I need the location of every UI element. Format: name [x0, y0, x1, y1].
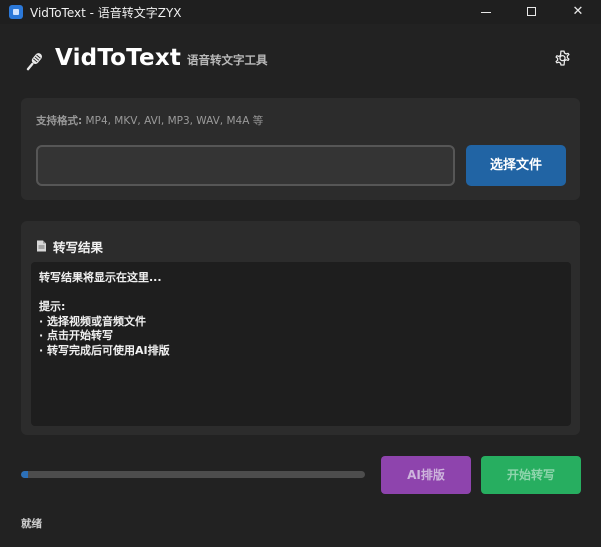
progress-bar: [21, 471, 365, 478]
supported-formats: 支持格式: MP4, MKV, AVI, MP3, WAV, M4A 等: [36, 113, 263, 128]
results-panel: 转写结果 转写结果将显示在这里... 提示: · 选择视频或音频文件 · 点击开…: [21, 221, 580, 435]
title-bar[interactable]: VidToText - 语音转文字ZYX ✕: [0, 0, 601, 24]
document-icon: [37, 240, 46, 252]
window-title: VidToText - 语音转文字ZYX: [30, 6, 182, 20]
status-text: 就绪: [21, 518, 42, 530]
choose-file-button[interactable]: 选择文件: [466, 145, 566, 186]
app-subtitle: 语音转文字工具: [187, 53, 268, 67]
microphone-icon: [26, 53, 42, 71]
results-title: 转写结果: [53, 240, 104, 255]
close-button[interactable]: ✕: [555, 0, 601, 24]
start-transcribe-button[interactable]: 开始转写: [481, 456, 581, 494]
app-title: VidToText: [55, 45, 182, 71]
results-textarea[interactable]: 转写结果将显示在这里... 提示: · 选择视频或音频文件 · 点击开始转写 ·…: [31, 262, 571, 426]
formats-list: MP4, MKV, AVI, MP3, WAV, M4A 等: [85, 115, 264, 127]
file-path-input[interactable]: [36, 145, 455, 186]
file-select-panel: 支持格式: MP4, MKV, AVI, MP3, WAV, M4A 等 选择文…: [21, 98, 580, 200]
formats-label: 支持格式:: [36, 115, 83, 127]
ai-format-button[interactable]: AI排版: [381, 456, 471, 494]
app-icon: [9, 5, 23, 19]
close-icon: ✕: [572, 4, 584, 19]
gear-icon[interactable]: [553, 49, 572, 68]
progress-fill: [21, 471, 28, 478]
maximize-button[interactable]: [509, 0, 555, 24]
results-text: 转写结果将显示在这里... 提示: · 选择视频或音频文件 · 点击开始转写 ·…: [39, 271, 170, 357]
minimize-button[interactable]: [463, 0, 509, 24]
